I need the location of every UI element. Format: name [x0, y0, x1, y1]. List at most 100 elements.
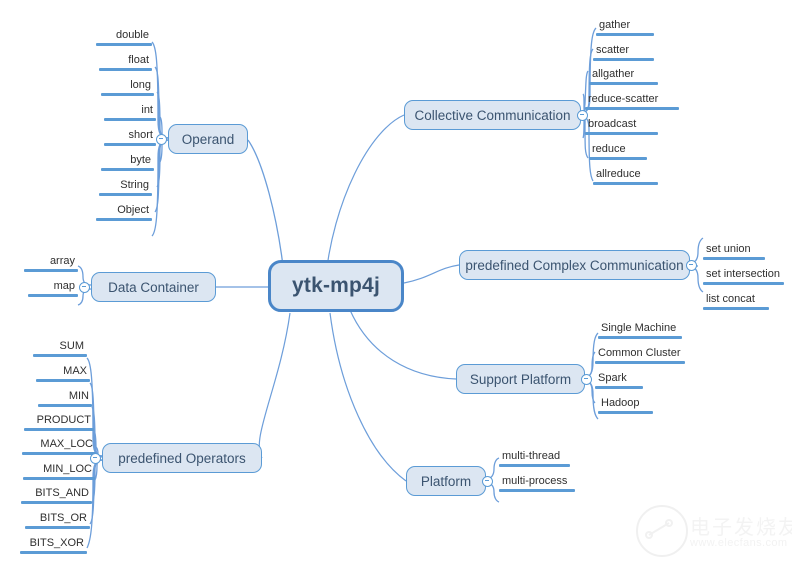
collapse-toggle-support-platform[interactable] [581, 374, 592, 385]
leaf-underline [21, 501, 92, 504]
leaf-collective-6[interactable]: allreduce [593, 168, 658, 185]
leaf-operators-6[interactable]: BITS_AND [21, 487, 92, 504]
leaf-operators-4[interactable]: MAX_LOC [22, 438, 96, 455]
leaf-operand-3[interactable]: int [104, 104, 156, 121]
leaf-operand-1[interactable]: float [99, 54, 152, 71]
branch-label-data-container: Data Container [108, 279, 199, 295]
leaf-operand-2[interactable]: long [101, 79, 154, 96]
leaf-underline [96, 218, 152, 221]
leaf-underline [101, 168, 154, 171]
leaf-platform-0[interactable]: multi-thread [499, 450, 570, 467]
branch-label-platform: Platform [420, 473, 472, 489]
leaf-label: double [115, 29, 149, 41]
leaf-label: multi-thread [502, 450, 561, 462]
leaf-collective-5[interactable]: reduce [589, 143, 647, 160]
leaf-operand-0[interactable]: double [96, 29, 152, 46]
leaf-operators-3[interactable]: PRODUCT [24, 414, 94, 431]
leaf-operators-8[interactable]: BITS_XOR [20, 537, 87, 554]
branch-node-collective-communication[interactable]: Collective Communication [404, 100, 581, 130]
leaf-label: MAX_LOC [40, 438, 93, 450]
leaf-collective-4[interactable]: broadcast [585, 118, 658, 135]
leaf-label: MAX [63, 365, 87, 377]
leaf-underline [598, 336, 682, 339]
leaf-underline [593, 182, 658, 185]
leaf-operand-5[interactable]: byte [101, 154, 154, 171]
leaf-label: broadcast [588, 118, 637, 130]
leaf-data-container-1[interactable]: map [28, 280, 78, 297]
watermark-logo-icon [636, 505, 688, 557]
leaf-collective-2[interactable]: allgather [589, 68, 658, 85]
leaf-label: byte [130, 154, 151, 166]
leaf-label: BITS_OR [39, 512, 87, 524]
leaf-support-2[interactable]: Spark [595, 372, 643, 389]
leaf-label: PRODUCT [36, 414, 91, 426]
leaf-collective-1[interactable]: scatter [593, 44, 654, 61]
leaf-collective-0[interactable]: gather [596, 19, 654, 36]
leaf-underline [24, 428, 94, 431]
branch-label-operand: Operand [181, 131, 235, 147]
branch-node-support-platform[interactable]: Support Platform [456, 364, 585, 394]
watermark-circuit-icon [645, 519, 673, 539]
leaf-operators-5[interactable]: MIN_LOC [23, 463, 95, 480]
leaf-support-0[interactable]: Single Machine [598, 322, 682, 339]
leaf-support-3[interactable]: Hadoop [598, 397, 653, 414]
leaf-complex-1[interactable]: set intersection [703, 268, 784, 285]
leaf-label: allgather [592, 68, 635, 80]
leaf-label: Single Machine [601, 322, 677, 334]
mind-map-canvas: ytk-mp4j Operand Data Container predefin… [0, 0, 792, 567]
leaf-label: Hadoop [601, 397, 640, 409]
leaf-underline [585, 132, 658, 135]
leaf-complex-0[interactable]: set union [703, 243, 765, 260]
leaf-operand-6[interactable]: String [99, 179, 152, 196]
collapse-toggle-collective-communication[interactable] [577, 110, 588, 121]
leaf-label: map [53, 280, 75, 292]
collapse-toggle-predefined-complex-communication[interactable] [686, 260, 697, 271]
branch-node-operand[interactable]: Operand [168, 124, 248, 154]
leaf-underline [23, 477, 95, 480]
leaf-label: gather [599, 19, 631, 31]
leaf-data-container-0[interactable]: array [24, 255, 78, 272]
watermark-cn-text: 电子发烧友 [690, 515, 792, 539]
leaf-support-1[interactable]: Common Cluster [595, 347, 685, 364]
collapse-toggle-platform[interactable] [482, 476, 493, 487]
leaf-underline [99, 68, 152, 71]
leaf-label: reduce-scatter [588, 93, 659, 105]
leaf-label: long [130, 79, 151, 91]
leaf-operators-7[interactable]: BITS_OR [25, 512, 90, 529]
branch-node-platform[interactable]: Platform [406, 466, 486, 496]
leaf-label: Common Cluster [598, 347, 681, 359]
leaf-platform-1[interactable]: multi-process [499, 475, 575, 492]
leaf-operators-2[interactable]: MIN [38, 390, 92, 407]
leaf-label: list concat [706, 293, 755, 305]
leaf-operand-4[interactable]: short [104, 129, 156, 146]
collapse-toggle-predefined-operators[interactable] [90, 453, 101, 464]
leaf-underline [598, 411, 653, 414]
leaf-label: reduce [592, 143, 626, 155]
leaf-underline [499, 464, 570, 467]
branch-label-collective-communication: Collective Communication [414, 107, 571, 123]
watermark-url-text: www.elecfans.com [690, 537, 788, 549]
leaf-collective-3[interactable]: reduce-scatter [585, 93, 679, 110]
leaf-complex-2[interactable]: list concat [703, 293, 769, 310]
leaf-underline [38, 404, 92, 407]
leaf-underline [33, 354, 87, 357]
leaf-operand-7[interactable]: Object [96, 204, 152, 221]
leaf-label: set union [706, 243, 751, 255]
leaf-label: set intersection [706, 268, 780, 280]
leaf-underline [595, 386, 643, 389]
leaf-underline [499, 489, 575, 492]
watermark: 电子发烧友 www.elecfans.com [636, 503, 792, 563]
root-node-label: ytk-mp4j [292, 274, 380, 297]
collapse-toggle-operand[interactable] [156, 134, 167, 145]
branch-node-data-container[interactable]: Data Container [91, 272, 216, 302]
leaf-label: MIN [68, 390, 89, 402]
collapse-toggle-data-container[interactable] [79, 282, 90, 293]
branch-node-predefined-operators[interactable]: predefined Operators [102, 443, 262, 473]
root-node-ytk-mp4j[interactable]: ytk-mp4j [268, 260, 404, 312]
leaf-operators-0[interactable]: SUM [33, 340, 87, 357]
leaf-underline [22, 452, 96, 455]
leaf-operators-1[interactable]: MAX [36, 365, 90, 382]
leaf-label: scatter [596, 44, 630, 56]
branch-node-predefined-complex-communication[interactable]: predefined Complex Communication [459, 250, 690, 280]
leaf-label: MIN_LOC [43, 463, 92, 475]
